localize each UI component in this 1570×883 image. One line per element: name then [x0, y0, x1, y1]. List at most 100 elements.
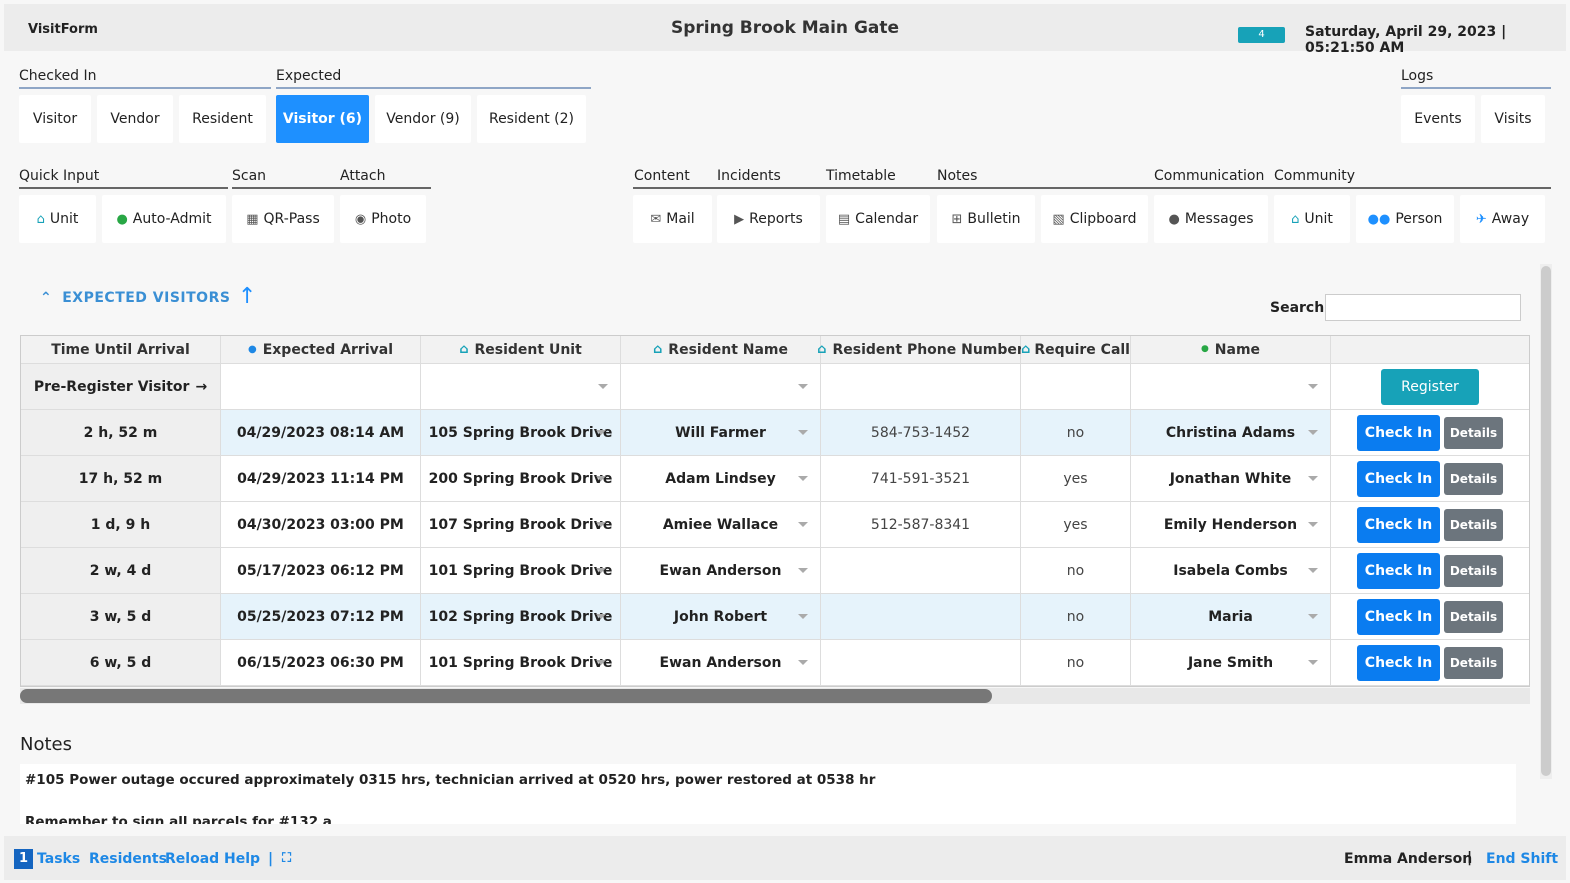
horizontal-scroll-thumb[interactable] — [20, 689, 992, 703]
mail-button[interactable]: ✉ Mail — [633, 195, 712, 243]
tasks-link[interactable]: Tasks — [37, 851, 80, 867]
resident-unit-cell[interactable]: 107 Spring Brook Drive — [421, 502, 621, 547]
resident-unit-cell[interactable]: 101 Spring Brook Drive — [421, 640, 621, 685]
resident-unit-cell[interactable]: 105 Spring Brook Drive — [421, 410, 621, 455]
table-row[interactable]: 6 w, 5 d 06/15/2023 06:30 PM 101 Spring Br… — [21, 640, 1529, 686]
resident-phone-cell[interactable]: 584-753-1452 — [821, 410, 1021, 455]
expected-arrival-cell[interactable]: 04/30/2023 03:00 PM — [221, 502, 421, 547]
require-call-cell[interactable]: no — [1021, 548, 1131, 593]
resident-phone-cell[interactable]: 512-587-8341 — [821, 502, 1021, 547]
check-in-button[interactable]: Check In — [1357, 414, 1440, 451]
filter-name[interactable] — [1131, 364, 1331, 409]
away-button[interactable]: ✈ Away — [1460, 195, 1545, 243]
community-unit-button[interactable]: ⌂ Unit — [1274, 195, 1350, 243]
calendar-button[interactable]: ▤ Calendar — [826, 195, 930, 243]
person-button[interactable]: ●● Person — [1356, 195, 1454, 243]
filter-require-call[interactable] — [1021, 364, 1131, 409]
checked-in-resident-button[interactable]: Resident — [179, 95, 266, 143]
col-require-call[interactable]: ⌂ Require Call — [1021, 336, 1131, 363]
check-in-button[interactable]: Check In — [1357, 552, 1440, 589]
details-button[interactable]: Details — [1444, 462, 1503, 495]
expected-arrival-cell[interactable]: 05/17/2023 06:12 PM — [221, 548, 421, 593]
table-row[interactable]: 1 d, 9 h 04/30/2023 03:00 PM 107 Spring Br… — [21, 502, 1529, 548]
check-in-button[interactable]: Check In — [1357, 506, 1440, 543]
details-button[interactable]: Details — [1444, 416, 1503, 449]
table-row[interactable]: 2 h, 52 m 04/29/2023 08:14 AM 105 Spring B… — [21, 410, 1529, 456]
expected-arrival-cell[interactable]: 06/15/2023 06:30 PM — [221, 640, 421, 685]
logs-events-button[interactable]: Events — [1401, 95, 1475, 143]
qr-pass-button[interactable]: ▦ QR-Pass — [232, 195, 334, 243]
bulletin-button[interactable]: ⊞ Bulletin — [937, 195, 1035, 243]
filter-resident-name[interactable] — [621, 364, 821, 409]
logs-visits-button[interactable]: Visits — [1481, 95, 1545, 143]
filter-resident-unit[interactable] — [421, 364, 621, 409]
resident-phone-cell[interactable]: 741-591-3521 — [821, 456, 1021, 501]
details-button[interactable]: Details — [1444, 508, 1503, 541]
resident-unit-cell[interactable]: 102 Spring Brook Drive — [421, 594, 621, 639]
require-call-cell[interactable]: no — [1021, 640, 1131, 685]
expected-resident-button[interactable]: Resident (2) — [477, 95, 586, 143]
filter-resident-phone[interactable] — [821, 364, 1021, 409]
reload-link[interactable]: Reload — [165, 851, 219, 867]
col-resident-phone[interactable]: ⌂ Resident Phone Number — [817, 336, 1024, 363]
col-time-until-arrival[interactable]: Time Until Arrival — [21, 336, 221, 363]
task-count-badge[interactable]: 1 — [14, 849, 33, 869]
vertical-scroll-thumb[interactable] — [1541, 266, 1551, 776]
details-button[interactable]: Details — [1444, 554, 1503, 587]
col-expected-arrival[interactable]: ● Expected Arrival — [221, 336, 421, 363]
resident-unit-cell[interactable]: 200 Spring Brook Drive — [421, 456, 621, 501]
filter-expected-arrival[interactable] — [221, 364, 421, 409]
visitor-name-cell[interactable]: Maria — [1131, 594, 1331, 639]
table-row[interactable]: 3 w, 5 d 05/25/2023 07:12 PM 102 Spring Br… — [21, 594, 1529, 640]
resident-name-cell[interactable]: John Robert — [621, 594, 821, 639]
reports-button[interactable]: ▶ Reports — [717, 195, 820, 243]
expected-vendor-button[interactable]: Vendor (9) — [375, 95, 471, 143]
require-call-cell[interactable]: yes — [1021, 502, 1131, 547]
notification-badge[interactable]: 4 — [1238, 27, 1285, 43]
pre-register-visitor-link[interactable]: Pre-Register Visitor → — [21, 364, 221, 409]
require-call-cell[interactable]: yes — [1021, 456, 1131, 501]
col-resident-name[interactable]: ⌂ Resident Name — [621, 336, 821, 363]
collapse-section-toggle[interactable]: ⌃ EXPECTED VISITORS — [40, 290, 230, 306]
resident-unit-cell[interactable]: 101 Spring Brook Drive — [421, 548, 621, 593]
help-link[interactable]: Help — [224, 851, 260, 867]
resident-name-cell[interactable]: Ewan Anderson — [621, 640, 821, 685]
expected-arrival-cell[interactable]: 04/29/2023 08:14 AM — [221, 410, 421, 455]
visitor-name-cell[interactable]: Emily Henderson — [1131, 502, 1331, 547]
checked-in-vendor-button[interactable]: Vendor — [97, 95, 173, 143]
visitor-name-cell[interactable]: Jonathan White — [1131, 456, 1331, 501]
resident-name-cell[interactable]: Will Farmer — [621, 410, 821, 455]
visitor-name-cell[interactable]: Jane Smith — [1131, 640, 1331, 685]
arrow-up-icon[interactable]: ↑ — [238, 284, 256, 309]
col-name[interactable]: ● Name — [1131, 336, 1331, 363]
check-in-button[interactable]: Check In — [1357, 644, 1440, 681]
fullscreen-icon[interactable]: ⛶ — [282, 851, 291, 866]
resident-phone-cell[interactable] — [821, 594, 1021, 639]
search-input[interactable] — [1325, 294, 1521, 321]
check-in-button[interactable]: Check In — [1357, 598, 1440, 635]
require-call-cell[interactable]: no — [1021, 410, 1131, 455]
horizontal-scrollbar[interactable] — [20, 688, 1530, 704]
table-row[interactable]: 17 h, 52 m 04/29/2023 11:14 PM 200 Spring … — [21, 456, 1529, 502]
clipboard-button[interactable]: ▧ Clipboard — [1041, 195, 1148, 243]
residents-link[interactable]: Residents — [89, 851, 167, 867]
quick-unit-button[interactable]: ⌂ Unit — [19, 195, 96, 243]
visitor-name-cell[interactable]: Isabela Combs — [1131, 548, 1331, 593]
details-button[interactable]: Details — [1444, 600, 1503, 633]
expected-arrival-cell[interactable]: 04/29/2023 11:14 PM — [221, 456, 421, 501]
table-row[interactable]: 2 w, 4 d 05/17/2023 06:12 PM 101 Spring Br… — [21, 548, 1529, 594]
require-call-cell[interactable]: no — [1021, 594, 1131, 639]
visitor-name-cell[interactable]: Christina Adams — [1131, 410, 1331, 455]
checked-in-visitor-button[interactable]: Visitor — [19, 95, 91, 143]
end-shift-link[interactable]: End Shift — [1486, 851, 1558, 867]
register-button[interactable]: Register — [1381, 368, 1479, 405]
resident-name-cell[interactable]: Ewan Anderson — [621, 548, 821, 593]
expected-visitor-button[interactable]: Visitor (6) — [276, 95, 369, 143]
details-button[interactable]: Details — [1444, 646, 1503, 679]
resident-name-cell[interactable]: Adam Lindsey — [621, 456, 821, 501]
photo-button[interactable]: ◉ Photo — [340, 195, 426, 243]
auto-admit-button[interactable]: ● Auto-Admit — [102, 195, 226, 243]
notes-textarea[interactable]: #105 Power outage occured approximately … — [20, 764, 1516, 824]
resident-phone-cell[interactable] — [821, 548, 1021, 593]
expected-arrival-cell[interactable]: 05/25/2023 07:12 PM — [221, 594, 421, 639]
